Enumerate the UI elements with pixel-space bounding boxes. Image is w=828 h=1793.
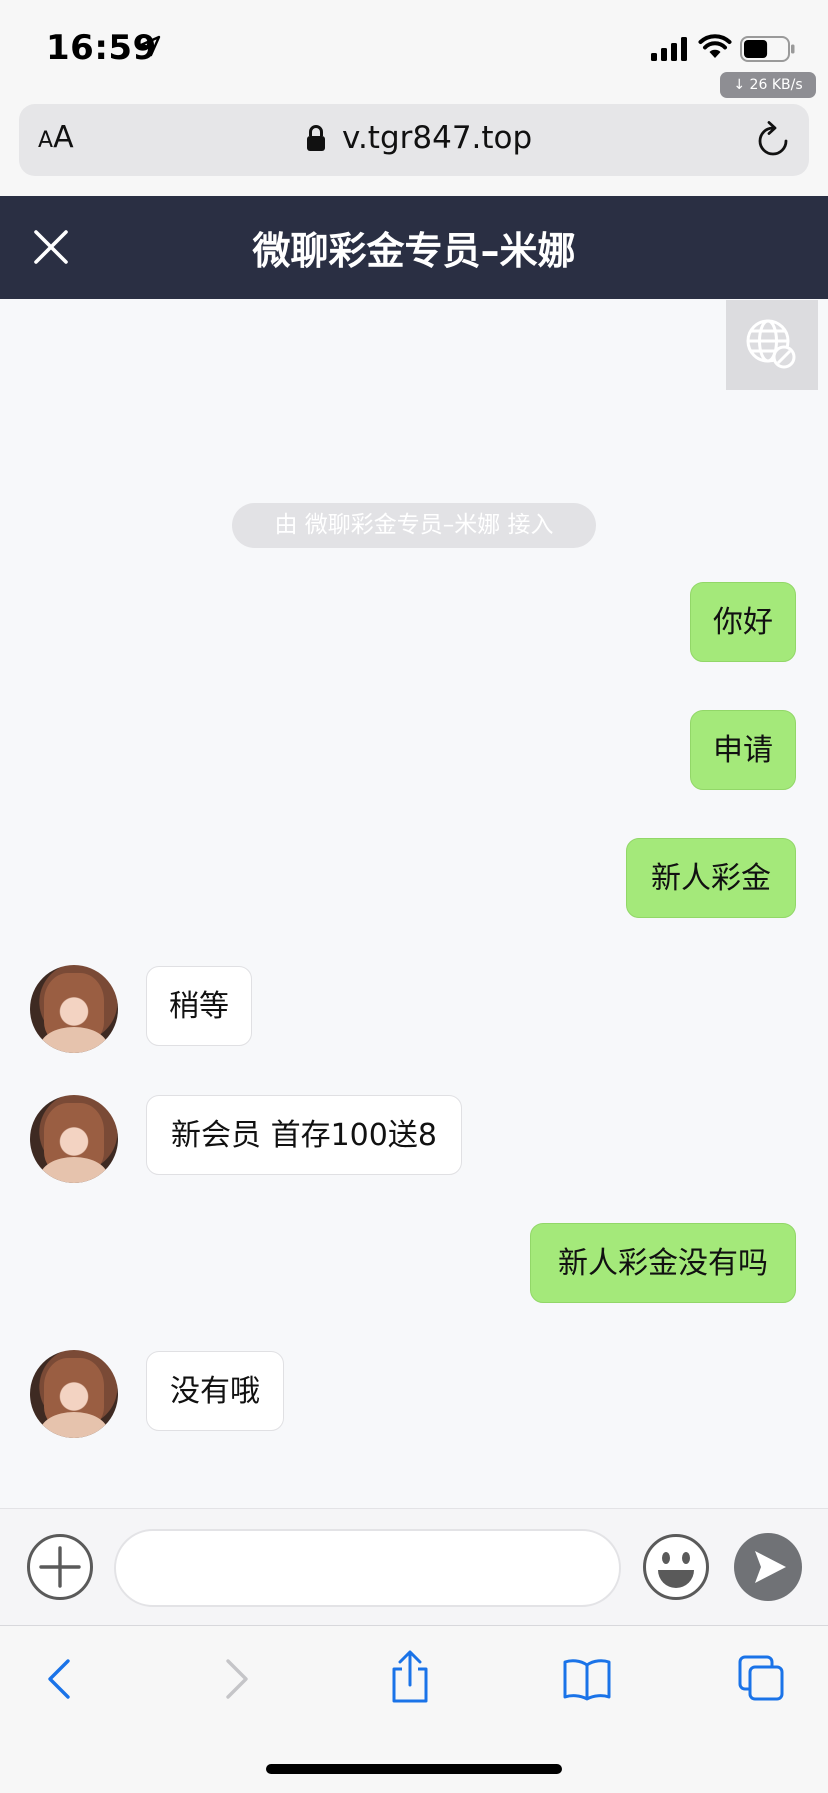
home-indicator <box>266 1764 562 1774</box>
signal-icon <box>651 37 687 61</box>
message-bubble-outgoing[interactable]: 新人彩金 <box>626 838 796 918</box>
message-bubble-incoming[interactable]: 没有哦 <box>146 1351 284 1431</box>
message-input[interactable] <box>114 1529 621 1607</box>
agent-avatar[interactable] <box>30 1350 118 1438</box>
message-bubble-outgoing[interactable]: 你好 <box>690 582 796 662</box>
network-speed-badge: ↓ 26 KB/s <box>720 72 816 98</box>
system-notice: 由 微聊彩金专员–米娜 接入 <box>232 503 596 548</box>
back-icon[interactable] <box>44 1657 76 1701</box>
send-icon[interactable] <box>734 1533 802 1601</box>
chat-title: 微聊彩金专员–米娜 <box>252 229 576 273</box>
reload-icon[interactable] <box>756 121 790 159</box>
reader-label-small: A <box>38 128 54 153</box>
message-bubble-outgoing[interactable]: 申请 <box>690 710 796 790</box>
message-bubble-incoming[interactable]: 新会员 首存100送8 <box>146 1095 462 1175</box>
location-icon <box>139 35 161 57</box>
reader-label-large: A <box>53 120 74 155</box>
forward-icon[interactable] <box>220 1657 252 1701</box>
url-text[interactable]: v.tgr847.top <box>342 120 532 156</box>
reader-mode-button[interactable]: AA <box>38 120 74 155</box>
message-bubble-outgoing[interactable]: 新人彩金没有吗 <box>530 1223 796 1303</box>
tabs-icon[interactable] <box>737 1654 785 1702</box>
lock-icon <box>307 125 325 151</box>
add-icon[interactable] <box>26 1533 94 1601</box>
emoji-icon[interactable] <box>642 1533 710 1601</box>
globe-icon <box>746 319 796 369</box>
agent-avatar[interactable] <box>30 1095 118 1183</box>
agent-avatar[interactable] <box>30 965 118 1053</box>
share-icon[interactable] <box>388 1649 432 1705</box>
wifi-icon <box>698 34 732 58</box>
battery-icon <box>740 36 795 62</box>
message-bubble-incoming[interactable]: 稍等 <box>146 966 252 1046</box>
bookmarks-icon[interactable] <box>562 1657 612 1701</box>
